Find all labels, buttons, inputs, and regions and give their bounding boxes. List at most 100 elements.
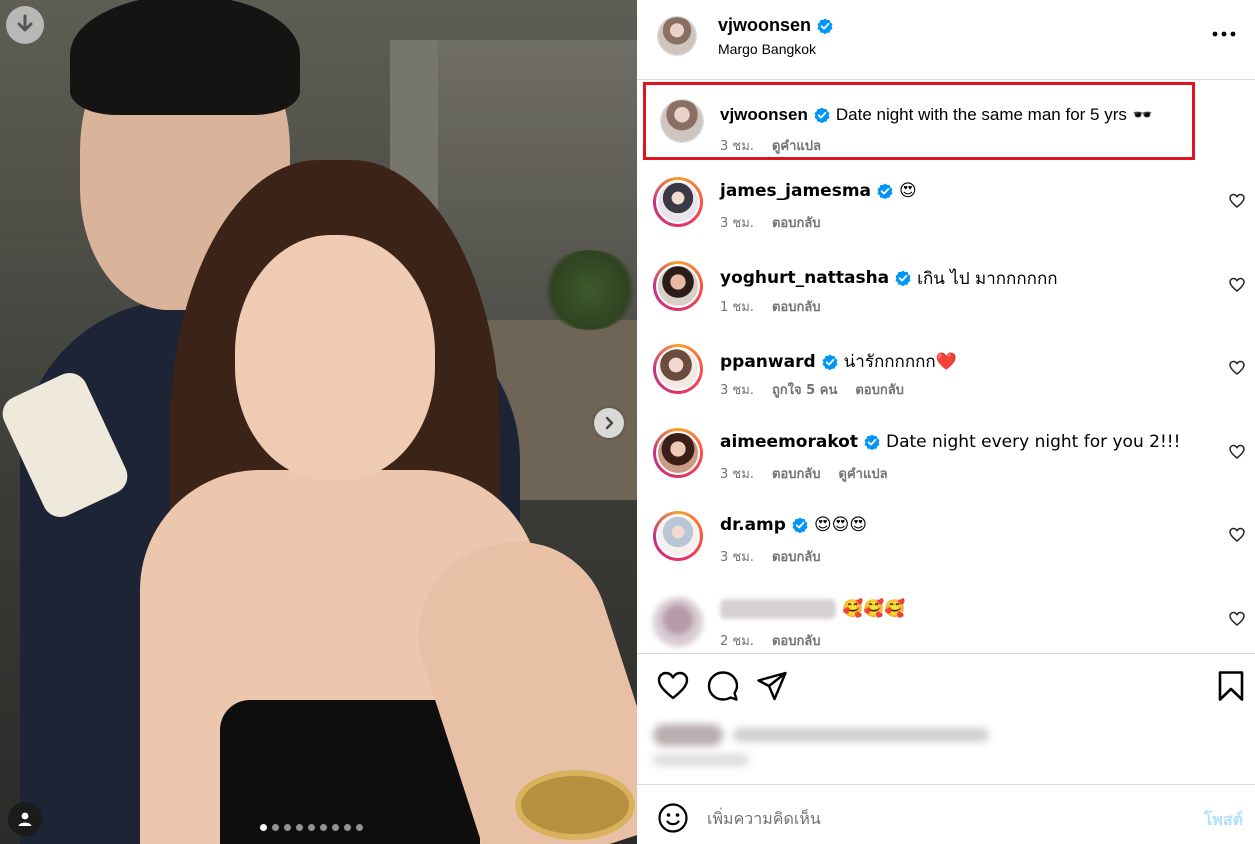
comment-username[interactable]: aimeemorakot (720, 432, 858, 452)
comment-line: dr.amp 😍😍😍 (720, 515, 867, 535)
photo-man-hair (70, 0, 300, 115)
caption-line: vjwoonsen Date night with the same man f… (720, 105, 1153, 125)
comment-username[interactable]: dr.amp (720, 515, 786, 535)
verified-badge-icon (822, 354, 838, 370)
comment-like-heart-icon[interactable] (1229, 444, 1245, 460)
carousel-dot (284, 824, 291, 831)
comment-row: ppanward น่ารักกกกกก❤️ 3 ชม. ถูกใจ 5 คน ต… (637, 342, 1255, 422)
share-send-icon[interactable] (756, 670, 788, 702)
comment-action-link[interactable]: ดูคำแปล (839, 463, 888, 484)
comment-action-link[interactable]: ถูกใจ 5 คน (772, 379, 837, 400)
caption-translate-link[interactable]: ดูคำแปล (772, 135, 821, 156)
comment-username[interactable]: yoghurt_nattasha (720, 268, 889, 288)
comment-meta: 3 ชม. ตอบกลับ ดูคำแปล (720, 463, 888, 484)
more-options-button[interactable] (1211, 24, 1237, 44)
comment-time[interactable]: 1 ชม. (720, 296, 754, 317)
caption-text: Date night with the same man for 5 yrs (835, 105, 1127, 124)
comment-action-link[interactable]: ตอบกลับ (772, 212, 821, 233)
carousel-dot (308, 824, 315, 831)
emoji-picker-icon[interactable] (657, 802, 689, 834)
photo-woman-face (235, 235, 435, 480)
comment-avatar[interactable] (653, 427, 703, 478)
like-heart-icon[interactable] (657, 670, 689, 702)
tagged-users-button[interactable] (8, 802, 42, 836)
carousel-dot (356, 824, 363, 831)
comment-row: james_jamesma 😍 3 ชม. ตอบกลับ (637, 175, 1255, 255)
comment-action-link[interactable]: ตอบกลับ (772, 296, 821, 317)
comment-text: 😍 (899, 181, 917, 201)
verified-badge-icon (895, 270, 911, 286)
post-photo[interactable] (0, 0, 637, 844)
chevron-right-icon (605, 416, 614, 430)
comment-action-link[interactable]: ตอบกลับ (772, 546, 821, 567)
carousel-dot (332, 824, 339, 831)
download-icon (17, 14, 33, 32)
post-header: vjwoonsen Margo Bangkok (637, 0, 1255, 80)
bookmark-icon[interactable] (1215, 670, 1247, 702)
caption-emoji: 🕶️ (1132, 107, 1153, 124)
comment-time[interactable]: 3 ชม. (720, 463, 754, 484)
post-comment-button[interactable]: โพสต์ (1204, 808, 1243, 833)
author-username[interactable]: vjwoonsen (718, 15, 811, 36)
carousel-dot (320, 824, 327, 831)
carousel-dot (272, 824, 279, 831)
caption-meta: 3 ชม. ดูคำแปล (720, 135, 821, 156)
comment-line: ppanward น่ารักกกกกก❤️ (720, 348, 957, 375)
post-location[interactable]: Margo Bangkok (718, 41, 816, 57)
comment-avatar[interactable] (653, 177, 703, 227)
post-caption: vjwoonsen Date night with the same man f… (643, 82, 1195, 160)
comment-meta: 3 ชม. ตอบกลับ (720, 212, 821, 233)
carousel-dot (260, 824, 267, 831)
comment-like-heart-icon[interactable] (1229, 360, 1245, 376)
comment-line: james_jamesma 😍 (720, 181, 917, 201)
comment-line: 🥰🥰🥰 (720, 598, 906, 619)
comment-meta: 1 ชม. ตอบกลับ (720, 296, 821, 317)
comment-row: aimeemorakot Date night every night for … (637, 426, 1255, 506)
photo-bangle (515, 770, 635, 840)
comment-avatar[interactable] (653, 260, 703, 311)
comment-time[interactable]: 2 ชม. (720, 630, 754, 651)
caption-time[interactable]: 3 ชม. (720, 135, 754, 156)
comment-avatar[interactable] (653, 511, 703, 561)
comment-row: yoghurt_nattasha เกิน ไป มากกกกกก 1 ชม. … (637, 259, 1255, 339)
comment-time[interactable]: 3 ชม. (720, 379, 754, 400)
carousel-dot (344, 824, 351, 831)
comments-list[interactable]: vjwoonsen Date night with the same man f… (637, 80, 1255, 653)
comment-text: เกิน ไป มากกกกกก (917, 268, 1058, 289)
carousel-next-button[interactable] (594, 408, 624, 438)
download-button[interactable] (6, 6, 44, 44)
author-username-row: vjwoonsen (718, 15, 833, 36)
comment-avatar[interactable] (653, 344, 703, 394)
comment-action-link[interactable]: ตอบกลับ (772, 630, 821, 651)
comment-meta: 3 ชม. ถูกใจ 5 คน ตอบกลับ (720, 379, 904, 400)
more-horizontal-icon (1212, 31, 1236, 37)
verified-badge-icon (792, 517, 808, 533)
comment-bubble-icon[interactable] (707, 670, 739, 702)
carousel-dot (296, 824, 303, 831)
post-actions (637, 653, 1255, 785)
comment-username[interactable]: ppanward (720, 352, 816, 372)
photo-woman-dress (220, 700, 480, 844)
comment-action-link[interactable]: ตอบกลับ (855, 379, 904, 400)
comment-like-heart-icon[interactable] (1229, 193, 1245, 209)
comment-text: Date night every night for you 2!!! (885, 431, 1181, 452)
verified-badge-icon (864, 434, 880, 450)
comment-username[interactable]: james_jamesma (720, 181, 871, 201)
carousel-indicator (260, 824, 363, 831)
comment-username-blurred (720, 598, 836, 619)
verified-badge-icon (817, 18, 833, 34)
comment-row: dr.amp 😍😍😍 3 ชม. ตอบกลับ (637, 509, 1255, 589)
comment-time[interactable]: 3 ชม. (720, 546, 754, 567)
comment-avatar[interactable] (651, 594, 705, 649)
comment-like-heart-icon[interactable] (1229, 527, 1245, 543)
comment-like-heart-icon[interactable] (1229, 277, 1245, 293)
comment-input[interactable] (707, 804, 1167, 832)
caption-avatar[interactable] (660, 99, 704, 143)
comment-line: yoghurt_nattasha เกิน ไป มากกกกกก (720, 265, 1058, 292)
comment-action-link[interactable]: ตอบกลับ (772, 463, 821, 484)
author-avatar[interactable] (657, 16, 697, 56)
comment-time[interactable]: 3 ชม. (720, 212, 754, 233)
user-icon (18, 812, 32, 826)
caption-username[interactable]: vjwoonsen (720, 105, 808, 125)
comment-like-heart-icon[interactable] (1229, 611, 1245, 627)
